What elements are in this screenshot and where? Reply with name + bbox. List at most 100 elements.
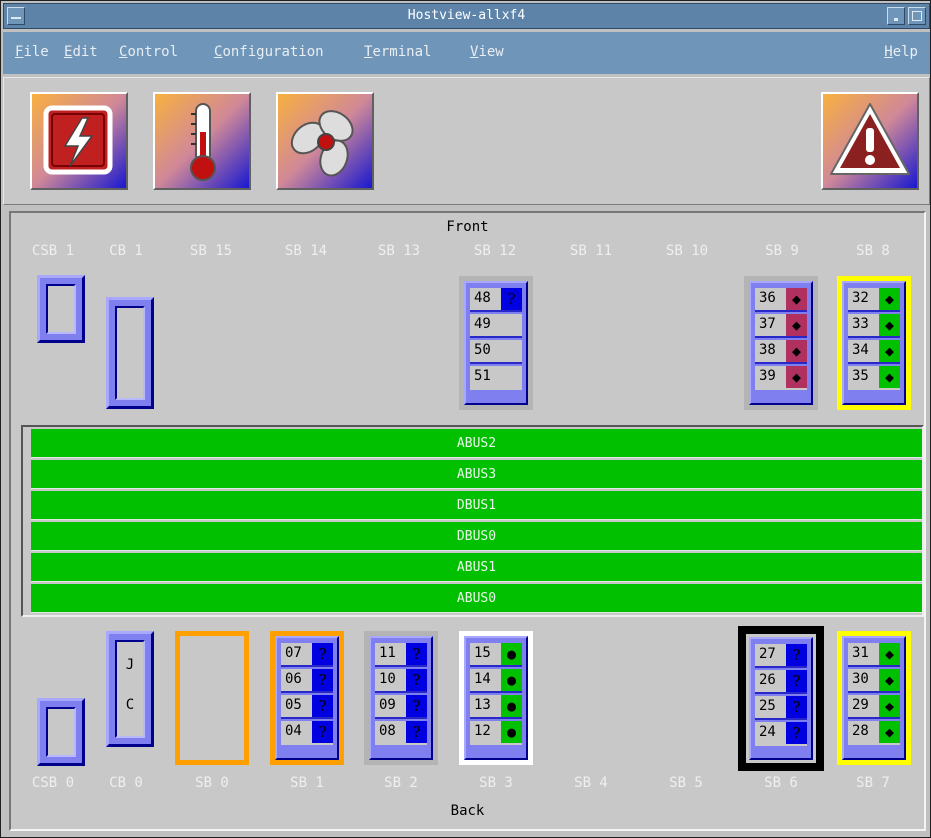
slot-label-sb14: SB 14 xyxy=(284,243,328,259)
board-05[interactable]: 05? xyxy=(281,695,333,719)
board-49[interactable]: 49 xyxy=(470,314,522,338)
board-36[interactable]: 36 ◆ xyxy=(755,288,807,312)
slot-label-sb11: SB 11 xyxy=(569,243,613,259)
menu-control[interactable]: Control xyxy=(119,44,178,60)
sb3-slot[interactable]: 15 ● 14 ● 13 ● 12 ● xyxy=(459,631,533,765)
unknown-status-icon: ? xyxy=(786,670,807,692)
menu-configuration[interactable]: Configuration xyxy=(214,44,324,60)
menu-terminal[interactable]: Terminal xyxy=(364,44,431,60)
bus-abus0[interactable]: ABUS0 xyxy=(31,584,922,613)
temperature-button[interactable] xyxy=(153,92,251,190)
board-27[interactable]: 27? xyxy=(755,644,807,668)
ok-diamond-icon: ◆ xyxy=(879,643,900,665)
ok-diamond-icon: ◆ xyxy=(879,340,900,362)
bus-dbus0[interactable]: DBUS0 xyxy=(31,522,922,551)
slot-label-sb15: SB 15 xyxy=(189,243,233,259)
slot-label-sb1: SB 1 xyxy=(290,775,324,791)
board-11[interactable]: 11? xyxy=(375,643,427,667)
board-35[interactable]: 35 ◆ xyxy=(848,366,900,390)
ok-diamond-icon: ◆ xyxy=(879,314,900,336)
menu-help[interactable]: Help xyxy=(884,44,918,60)
unknown-status-icon: ? xyxy=(786,696,807,718)
slot-label-csb0: CSB 0 xyxy=(31,775,75,791)
fault-diamond-icon: ◆ xyxy=(786,340,807,362)
board-38[interactable]: 38 ◆ xyxy=(755,340,807,364)
menu-edit[interactable]: Edit xyxy=(64,44,98,60)
cb1-board[interactable] xyxy=(106,297,154,409)
minimize-button[interactable] xyxy=(887,7,905,25)
board-08[interactable]: 08? xyxy=(375,721,427,745)
unknown-status-icon: ? xyxy=(406,643,427,665)
board-13[interactable]: 13 ● xyxy=(470,695,522,719)
board-10[interactable]: 10? xyxy=(375,669,427,693)
bus-abus3[interactable]: ABUS3 xyxy=(31,460,922,489)
slot-label-sb5: SB 5 xyxy=(669,775,703,791)
sb1-slot[interactable]: 07? 06? 05? 04? xyxy=(270,631,344,765)
unknown-status-icon: ? xyxy=(786,644,807,666)
board-29[interactable]: 29 ◆ xyxy=(848,695,900,719)
sb2-slot[interactable]: 11? 10? 09? 08? xyxy=(364,631,438,765)
slot-label-cb1: CB 1 xyxy=(109,243,143,259)
csb1-board[interactable] xyxy=(37,275,85,343)
board-09[interactable]: 09? xyxy=(375,695,427,719)
board-04[interactable]: 04? xyxy=(281,721,333,745)
fault-diamond-icon: ◆ xyxy=(786,288,807,310)
bus-abus2[interactable]: ABUS2 xyxy=(31,429,922,458)
board-32[interactable]: 32 ◆ xyxy=(848,288,900,312)
unknown-status-icon: ? xyxy=(312,643,333,665)
csb0-board[interactable] xyxy=(37,698,85,766)
menu-file[interactable]: File xyxy=(15,44,49,60)
thermometer-icon xyxy=(155,94,249,188)
maximize-button[interactable] xyxy=(908,7,926,25)
unknown-status-icon: ? xyxy=(501,288,522,310)
board-24[interactable]: 24? xyxy=(755,722,807,746)
power-icon xyxy=(32,94,126,188)
ok-circle-icon: ● xyxy=(501,695,522,717)
board-14[interactable]: 14 ● xyxy=(470,669,522,693)
fault-diamond-icon: ◆ xyxy=(786,314,807,336)
board-30[interactable]: 30 ◆ xyxy=(848,669,900,693)
board-15[interactable]: 15 ● xyxy=(470,643,522,667)
board-51[interactable]: 51 xyxy=(470,366,522,390)
hostview-window: Hostview-allxf4 File Edit Control Config… xyxy=(0,0,931,838)
system-view-panel: Front CSB 1 CB 1 SB 15 SB 14 SB 13 SB 12… xyxy=(9,211,926,831)
unknown-status-icon: ? xyxy=(312,669,333,691)
slot-label-sb13: SB 13 xyxy=(377,243,421,259)
board-48[interactable]: 48? xyxy=(470,288,522,312)
board-31[interactable]: 31 ◆ xyxy=(848,643,900,667)
unknown-status-icon: ? xyxy=(406,695,427,717)
unknown-status-icon: ? xyxy=(406,669,427,691)
toolbar xyxy=(3,77,930,205)
bus-dbus1[interactable]: DBUS1 xyxy=(31,491,922,520)
board-28[interactable]: 28 ◆ xyxy=(848,721,900,745)
sb0-slot[interactable] xyxy=(175,631,249,765)
board-50[interactable]: 50 xyxy=(470,340,522,364)
power-button[interactable] xyxy=(30,92,128,190)
ok-circle-icon: ● xyxy=(501,643,522,665)
cb0-c-label: C xyxy=(125,697,135,713)
board-25[interactable]: 25? xyxy=(755,696,807,720)
slot-label-sb9: SB 9 xyxy=(765,243,799,259)
fan-icon xyxy=(278,94,372,188)
board-07[interactable]: 07? xyxy=(281,643,333,667)
menu-view[interactable]: View xyxy=(470,44,504,60)
fan-button[interactable] xyxy=(276,92,374,190)
title-bar[interactable]: Hostview-allxf4 xyxy=(3,3,930,29)
cb0-board[interactable]: J C xyxy=(106,631,154,747)
board-39[interactable]: 39 ◆ xyxy=(755,366,807,390)
sb6-slot[interactable]: 27? 26? 25? 24? xyxy=(738,626,824,771)
slot-label-cb0: CB 0 xyxy=(109,775,143,791)
board-06[interactable]: 06? xyxy=(281,669,333,693)
sb9-slot[interactable]: 36 ◆ 37 ◆ 38 ◆ 39 ◆ xyxy=(744,276,818,410)
sb7-slot[interactable]: 31 ◆ 30 ◆ 29 ◆ 28 ◆ xyxy=(837,631,911,765)
alert-button[interactable] xyxy=(821,92,919,190)
board-34[interactable]: 34 ◆ xyxy=(848,340,900,364)
sb8-slot[interactable]: 32 ◆ 33 ◆ 34 ◆ 35 ◆ xyxy=(837,276,911,410)
board-37[interactable]: 37 ◆ xyxy=(755,314,807,338)
board-33[interactable]: 33 ◆ xyxy=(848,314,900,338)
bus-abus1[interactable]: ABUS1 xyxy=(31,553,922,582)
front-label: Front xyxy=(446,219,489,235)
board-12[interactable]: 12 ● xyxy=(470,721,522,745)
board-26[interactable]: 26? xyxy=(755,670,807,694)
sb12-slot[interactable]: 48? 49 50 51 xyxy=(459,276,533,410)
